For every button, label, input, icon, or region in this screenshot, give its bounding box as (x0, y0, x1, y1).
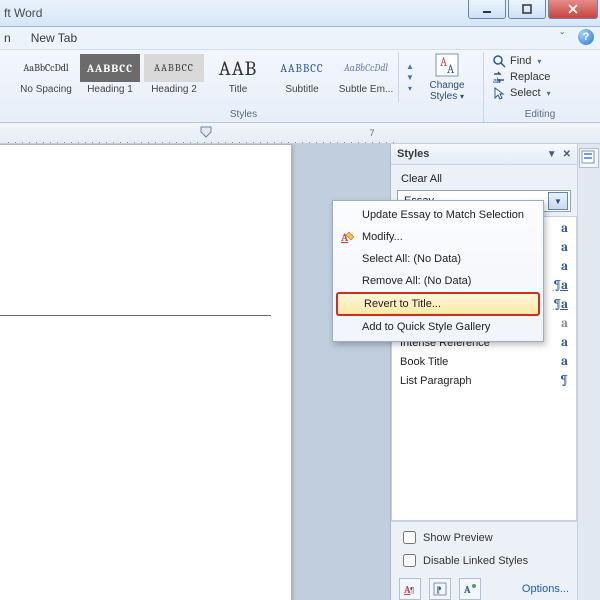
ribbon-group-editing: Find ▾ ab Replace Select ▾ Editin (484, 52, 596, 122)
style-item-symbol: ¶ (560, 373, 568, 388)
title-bar: ft Word (0, 0, 600, 27)
style-swatch-subtitle[interactable]: AABBCC Subtitle (270, 52, 334, 102)
help-icon[interactable]: ? (578, 29, 594, 45)
ruler[interactable]: 7 (0, 123, 600, 144)
maximize-button[interactable] (508, 0, 546, 19)
right-side-strip (577, 144, 600, 600)
ctx-revert-to-title[interactable]: Revert to Title... (336, 292, 540, 316)
pane-menu-icon[interactable]: ▼ (547, 149, 557, 160)
select-cursor-icon (492, 86, 506, 100)
style-item-symbol: a (561, 259, 568, 274)
chevron-down-icon: ▾ (547, 89, 551, 98)
pane-close-icon[interactable]: ✕ (563, 149, 571, 160)
style-list-item[interactable]: List Paragraph ¶ (392, 371, 576, 390)
ctx-update-match[interactable]: Update Essay to Match Selection (336, 204, 540, 226)
style-item-symbol: a (561, 335, 568, 350)
svg-text:A: A (447, 62, 455, 76)
style-item-symbol: ¶a (554, 278, 568, 293)
page (0, 144, 292, 600)
ctx-select-all[interactable]: Select All: (No Data) (336, 248, 540, 270)
menu-item-n[interactable]: n (4, 31, 11, 45)
find-button[interactable]: Find ▾ (492, 54, 588, 68)
style-swatch-title[interactable]: AAB Title (206, 52, 270, 102)
more-icon: ▾ (401, 84, 419, 93)
replace-button[interactable]: ab Replace (492, 70, 588, 84)
svg-text:¶: ¶ (410, 586, 414, 595)
change-styles-button[interactable]: AA Change Styles ▾ (421, 52, 473, 102)
ctx-add-quick-style[interactable]: Add to Quick Style Gallery (336, 316, 540, 338)
style-item-symbol: a (561, 221, 568, 236)
modify-icon: A (340, 229, 356, 245)
ribbon-group-label-editing: Editing (525, 109, 556, 122)
indent-marker-icon[interactable] (200, 126, 212, 140)
style-swatch-no-spacing[interactable]: AaBbCcDdl No Spacing (14, 52, 78, 102)
styles-pane-title: Styles ▼ ✕ (391, 144, 577, 165)
style-item-symbol: a (561, 354, 568, 369)
show-preview-checkbox[interactable]: Show Preview (399, 528, 569, 547)
close-button[interactable] (548, 0, 598, 19)
chevron-up-icon: ▲ (401, 62, 419, 71)
ribbon-group-label-styles: Styles (230, 109, 257, 122)
menubar: n New Tab ˇ ? (0, 27, 600, 50)
style-item-label: List Paragraph (400, 375, 472, 387)
ribbon-group-styles: AaBbCcDdl No Spacing AABBCC Heading 1 AA… (4, 52, 484, 122)
select-button[interactable]: Select ▾ (492, 86, 588, 100)
svg-text:ab: ab (493, 78, 501, 84)
menu-item-new-tab[interactable]: New Tab (31, 31, 77, 45)
style-item-symbol: a (561, 240, 568, 255)
styles-gallery-more[interactable]: ▲ ▼ ▾ (398, 52, 421, 102)
window-controls (466, 0, 598, 19)
side-tool-icon[interactable] (579, 148, 599, 168)
chevron-down-icon: ▾ (537, 57, 541, 66)
style-item-symbol: ¶a (554, 297, 568, 312)
style-list-item[interactable]: Book Title a (392, 352, 576, 371)
app-window: ft Word n New Tab ˇ ? AaBbCcDdl (0, 0, 600, 600)
style-item-symbol: a (561, 316, 568, 331)
style-swatch-heading-1[interactable]: AABBCC Heading 1 (78, 52, 142, 102)
change-styles-label: Change Styles ▾ (421, 80, 473, 102)
ctx-modify[interactable]: A Modify... (336, 226, 540, 248)
new-style-button[interactable]: A¶ (399, 578, 421, 600)
style-item-label: Book Title (400, 356, 448, 368)
change-styles-icon: AA (434, 52, 460, 78)
styles-pane-footer: Show Preview Disable Linked Styles A¶ ⁋ … (391, 521, 577, 600)
ribbon: AaBbCcDdl No Spacing AABBCC Heading 1 AA… (0, 50, 600, 123)
style-inspector-button[interactable]: ⁋ (429, 578, 451, 600)
find-icon (492, 54, 506, 68)
clear-all-button[interactable]: Clear All (397, 171, 571, 187)
horizontal-rule (0, 315, 271, 316)
chevron-down-icon: ▼ (401, 73, 419, 82)
ctx-remove-all[interactable]: Remove All: (No Data) (336, 270, 540, 292)
style-swatch-subtle-em[interactable]: AaBbCcDdl Subtle Em... (334, 52, 398, 102)
ribbon-collapse-icon[interactable]: ˇ (554, 29, 570, 45)
window-title: ft Word (0, 6, 42, 20)
disable-linked-checkbox[interactable]: Disable Linked Styles (399, 551, 569, 570)
quick-styles-gallery: AaBbCcDdl No Spacing AABBCC Heading 1 AA… (14, 52, 473, 102)
replace-icon: ab (492, 70, 506, 84)
minimize-button[interactable] (468, 0, 506, 19)
combo-dropdown-button[interactable]: ▼ (548, 192, 568, 210)
styles-options-link[interactable]: Options... (522, 583, 569, 595)
svg-text:⁋: ⁋ (436, 585, 442, 595)
style-context-menu: Update Essay to Match Selection A Modify… (332, 200, 544, 342)
style-swatch-heading-2[interactable]: AABBCC Heading 2 (142, 52, 206, 102)
manage-styles-button[interactable]: A (459, 578, 481, 600)
svg-text:A: A (463, 584, 471, 596)
